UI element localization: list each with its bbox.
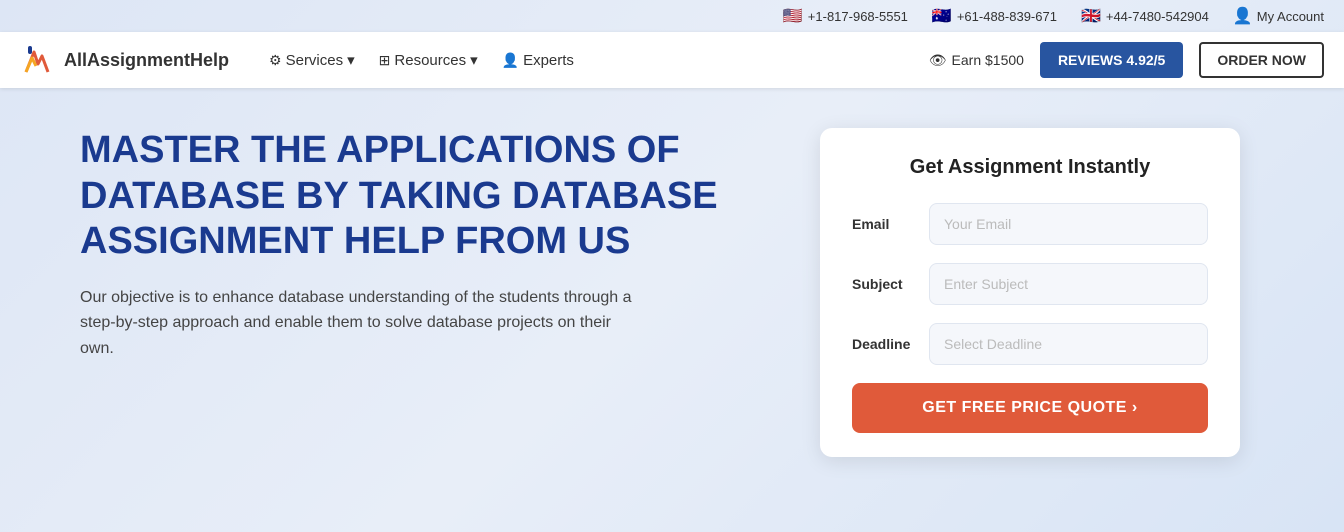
flag-uk-icon: 🇬🇧 [1081,6,1101,26]
subject-input[interactable] [929,263,1208,305]
earn-link[interactable]: 👁 Earn $1500 [929,52,1024,69]
flag-au-icon: 🇦🇺 [932,6,952,26]
form-title: Get Assignment Instantly [852,156,1208,179]
deadline-label: Deadline [852,336,917,352]
nav-resources[interactable]: ⊞ Resources ▾ [379,51,478,69]
subject-label: Subject [852,276,917,292]
top-bar: 🇺🇸 +1-817-968-5551 🇦🇺 +61-488-839-671 🇬🇧… [0,0,1344,32]
navbar: AllAssignmentHelp ⚙ Services ▾ ⊞ Resourc… [0,32,1344,88]
phone-uk[interactable]: 🇬🇧 +44-7480-542904 [1081,6,1209,26]
account-icon: 👤 [1233,6,1253,26]
nav-experts-label: Experts [523,52,574,69]
deadline-group: Deadline [852,323,1208,365]
order-now-button[interactable]: ORDER NOW [1199,42,1324,78]
earn-label: Earn $1500 [952,52,1024,68]
nav-experts[interactable]: 👤 Experts [502,52,574,69]
phone-us[interactable]: 🇺🇸 +1-817-968-5551 [783,6,908,26]
email-group: Email [852,203,1208,245]
phone-au-number: +61-488-839-671 [957,9,1057,24]
chevron-down-resources-icon: ▾ [470,51,478,69]
user-icon: 👤 [502,52,519,69]
deadline-input[interactable] [929,323,1208,365]
phone-au[interactable]: 🇦🇺 +61-488-839-671 [932,6,1057,26]
subject-group: Subject [852,263,1208,305]
get-free-quote-label: GET FREE PRICE QUOTE › [922,399,1137,417]
logo[interactable]: AllAssignmentHelp [20,42,229,78]
nav-links: ⚙ Services ▾ ⊞ Resources ▾ 👤 Experts [269,51,899,69]
nav-services-label: Services [286,52,344,69]
phone-uk-number: +44-7480-542904 [1106,9,1209,24]
flag-us-icon: 🇺🇸 [783,6,803,26]
chevron-down-services-icon: ▾ [347,51,355,69]
gear-icon: ⚙ [269,52,282,69]
assignment-form-card: Get Assignment Instantly Email Subject D… [820,128,1240,457]
reviews-button[interactable]: REVIEWS 4.92/5 [1040,42,1183,78]
logo-icon [20,42,56,78]
nav-right: 👁 Earn $1500 REVIEWS 4.92/5 ORDER NOW [929,42,1324,78]
account-label: My Account [1257,9,1324,24]
hero-title: MASTER THE APPLICATIONS OF DATABASE BY T… [80,128,760,265]
email-label: Email [852,216,917,232]
main-content: MASTER THE APPLICATIONS OF DATABASE BY T… [0,88,1344,477]
hero-section: MASTER THE APPLICATIONS OF DATABASE BY T… [80,128,760,362]
phone-us-number: +1-817-968-5551 [808,9,908,24]
hero-description: Our objective is to enhance database und… [80,285,640,362]
email-input[interactable] [929,203,1208,245]
logo-text: AllAssignmentHelp [64,50,229,71]
earn-icon: 👁 [929,52,947,69]
nav-services[interactable]: ⚙ Services ▾ [269,51,355,69]
nav-resources-label: Resources [394,52,466,69]
get-free-quote-button[interactable]: GET FREE PRICE QUOTE › [852,383,1208,433]
my-account-link[interactable]: 👤 My Account [1233,6,1324,26]
grid-icon: ⊞ [379,52,391,69]
